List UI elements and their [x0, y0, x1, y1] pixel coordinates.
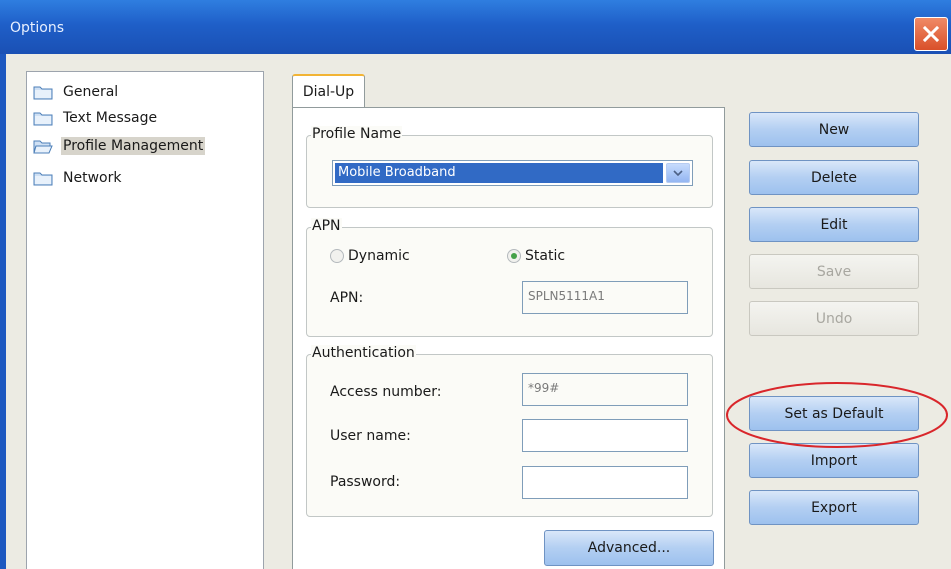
folder-open-icon: [33, 140, 53, 154]
window-title: Options: [10, 20, 65, 36]
radio-button[interactable]: [507, 249, 521, 263]
folder-icon: [33, 112, 53, 126]
radio-dynamic[interactable]: Dynamic: [330, 246, 410, 266]
tab-dial-up[interactable]: Dial-Up: [292, 74, 365, 108]
apn-field[interactable]: SPLN5111A1: [522, 281, 688, 314]
tree-item-network[interactable]: Network: [33, 166, 123, 190]
advanced-button[interactable]: Advanced...: [544, 530, 714, 566]
save-button-label: Save: [816, 263, 852, 280]
apn-label: APN:: [330, 290, 364, 306]
set-as-default-button[interactable]: Set as Default: [749, 396, 919, 431]
radio-static[interactable]: Static: [507, 246, 565, 266]
edit-button[interactable]: Edit: [749, 207, 919, 242]
delete-button[interactable]: Delete: [749, 160, 919, 195]
save-button[interactable]: Save: [749, 254, 919, 289]
tree-item-label: Profile Management: [61, 137, 206, 155]
delete-button-label: Delete: [811, 169, 857, 186]
password-label: Password:: [330, 474, 401, 490]
radio-button[interactable]: [330, 249, 344, 263]
access-number-label: Access number:: [330, 384, 442, 400]
close-button[interactable]: [914, 17, 948, 51]
dropdown-button[interactable]: [666, 163, 690, 183]
access-number-field[interactable]: *99#: [522, 373, 688, 406]
profile-name-value: Mobile Broadband: [335, 163, 663, 183]
tree-item-general[interactable]: General: [33, 80, 120, 104]
apn-legend: APN: [311, 218, 342, 234]
export-button-label: Export: [811, 499, 857, 516]
close-icon: [922, 25, 940, 43]
new-button[interactable]: New: [749, 112, 919, 147]
chevron-down-icon: [673, 170, 683, 176]
tree-item-profile-management[interactable]: Profile Management: [33, 134, 206, 158]
user-name-label: User name:: [330, 428, 411, 444]
undo-button-label: Undo: [815, 310, 853, 327]
radio-dynamic-label: Dynamic: [348, 248, 410, 264]
authentication-legend: Authentication: [311, 345, 416, 361]
profile-name-select[interactable]: Mobile Broadband: [332, 160, 693, 186]
set-as-default-button-label: Set as Default: [784, 405, 884, 422]
new-button-label: New: [818, 121, 850, 138]
import-button-label: Import: [810, 452, 858, 469]
folder-icon: [33, 86, 53, 100]
tree-item-text-message[interactable]: Text Message: [33, 106, 159, 130]
profile-name-legend: Profile Name: [311, 126, 403, 142]
edit-button-label: Edit: [820, 216, 848, 233]
password-field[interactable]: [522, 466, 688, 499]
options-tree[interactable]: General Text Message Profile Management …: [26, 71, 264, 569]
import-button[interactable]: Import: [749, 443, 919, 478]
folder-icon: [33, 172, 53, 186]
radio-static-label: Static: [525, 248, 566, 264]
advanced-button-label: Advanced...: [587, 540, 671, 556]
undo-button[interactable]: Undo: [749, 301, 919, 336]
export-button[interactable]: Export: [749, 490, 919, 525]
tree-item-label: Text Message: [63, 110, 158, 126]
tree-item-label: Network: [63, 170, 122, 186]
tab-label: Dial-Up: [302, 84, 355, 100]
user-name-field[interactable]: [522, 419, 688, 452]
title-bar[interactable]: Options: [0, 0, 951, 54]
tree-item-label: General: [63, 84, 119, 100]
